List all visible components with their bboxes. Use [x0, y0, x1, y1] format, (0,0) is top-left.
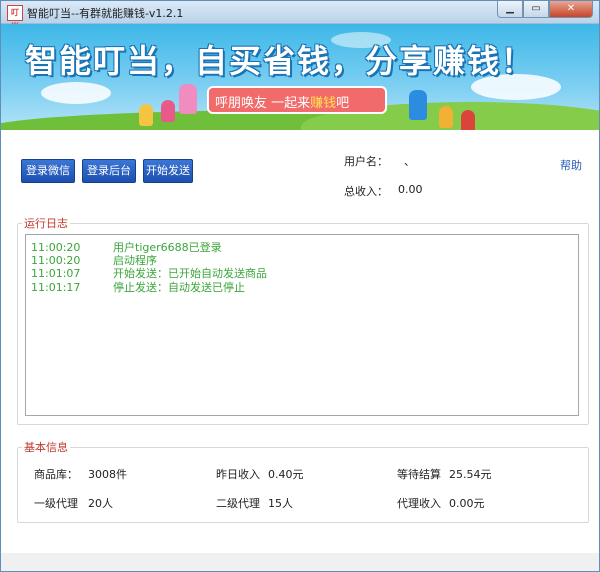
kid-figure-icon [461, 110, 475, 130]
agent-income-value: 0.00元 [449, 497, 485, 510]
level1-agent-value: 20人 [88, 497, 113, 510]
app-window: 叮当 智能叮当--有群就能赚钱-v1.2.1 ▁ ▭ ✕ 智能叮当，自买省钱，分… [0, 0, 600, 572]
kid-figure-icon [439, 106, 453, 128]
start-sending-button[interactable]: 开始发送 [143, 159, 193, 183]
banner-ribbon-text: 呼朋唤友 一起来赚钱吧 [215, 92, 349, 111]
ribbon-text-part: 呼朋唤友 一起来 [215, 96, 311, 111]
level2-agent-value: 15人 [268, 497, 293, 510]
agent-income-label: 代理收入 [397, 497, 441, 510]
ribbon-highlight: 赚钱 [310, 96, 337, 111]
pending-settlement-label: 等待结算 [397, 468, 441, 481]
minimize-button[interactable]: ▁ [497, 1, 523, 18]
log-message: 停止发送：自动发送已停止 [113, 281, 245, 294]
level2-agent-label: 二级代理 [216, 497, 260, 510]
window-controls: ▁ ▭ ✕ [497, 1, 593, 19]
title-bar[interactable]: 叮当 智能叮当--有群就能赚钱-v1.2.1 ▁ ▭ ✕ [1, 1, 599, 31]
total-income-label: 总收入： [344, 185, 388, 198]
app-icon: 叮当 [7, 5, 23, 31]
run-log-legend: 运行日志 [22, 215, 70, 231]
cloud-decoration [41, 82, 111, 104]
login-wechat-button[interactable]: 登录微信 [21, 159, 75, 183]
login-backend-button[interactable]: 登录后台 [82, 159, 136, 183]
ribbon-text-part: 吧 [336, 96, 350, 111]
log-entry: 11:01:17 停止发送：自动发送已停止 [31, 279, 245, 294]
log-entry: 11:01:07 开始发送：已开始自动发送商品 [31, 265, 267, 280]
banner-image: 智能叮当，自买省钱，分享赚钱！ 呼朋唤友 一起来赚钱吧 [1, 24, 599, 130]
kid-figure-icon [161, 100, 175, 122]
pending-settlement-value: 25.54元 [449, 468, 492, 481]
kid-figure-icon [139, 104, 153, 126]
yesterday-income-value: 0.40元 [268, 468, 304, 481]
total-income-value: 0.00 [398, 183, 423, 196]
close-button[interactable]: ✕ [549, 1, 593, 18]
kid-figure-icon [409, 90, 427, 120]
products-label: 商品库： [34, 468, 78, 481]
log-entry: 11:00:20 启动程序 [31, 252, 157, 267]
maximize-button[interactable]: ▭ [523, 1, 549, 18]
run-log-list[interactable]: 11:00:20 用户tiger6688已登录 11:00:20 启动程序 11:0… [25, 234, 579, 416]
level1-agent-label: 一级代理 [34, 497, 78, 510]
window-title: 智能叮当--有群就能赚钱-v1.2.1 [27, 7, 184, 20]
banner-slogan: 智能叮当，自买省钱，分享赚钱！ [25, 42, 536, 80]
yesterday-income-label: 昨日收入 [216, 468, 260, 481]
basic-info-legend: 基本信息 [22, 439, 70, 455]
log-entry: 11:00:20 用户tiger6688已登录 [31, 239, 222, 254]
username-label: 用户名： [344, 155, 388, 168]
products-value: 3008件 [88, 468, 127, 481]
kid-figure-icon [179, 84, 197, 114]
bottom-strip [1, 553, 599, 571]
username-value: 、 [404, 155, 415, 168]
help-link[interactable]: 帮助 [560, 157, 582, 173]
log-time: 11:01:17 [31, 281, 81, 294]
basic-info-group [17, 447, 589, 523]
